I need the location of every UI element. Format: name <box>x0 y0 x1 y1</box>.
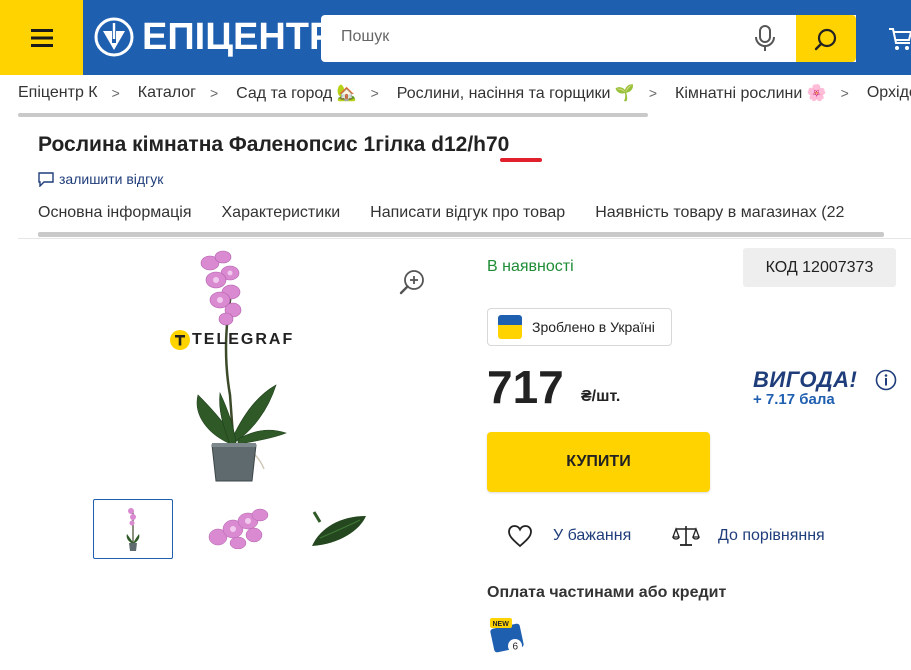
thumbnail-2[interactable] <box>200 499 278 557</box>
installment-card-icon: NEW 6 <box>490 618 524 653</box>
thumbnail-image <box>312 511 366 546</box>
menu-icon <box>30 28 53 47</box>
zoom-in-icon <box>399 270 424 295</box>
logo-icon <box>94 17 134 57</box>
product-tabs: Основна інформація Характеристики Написа… <box>38 204 874 222</box>
search-input[interactable] <box>339 27 743 47</box>
divider <box>18 238 911 239</box>
wishlist-label: У бажання <box>553 527 632 544</box>
price-value: 717 <box>487 361 564 413</box>
chevron-right-icon: > <box>648 85 658 101</box>
zoom-button[interactable] <box>398 268 426 301</box>
info-icon <box>875 369 897 391</box>
breadcrumb-item-garden[interactable]: Сад та город 🏡 <box>236 83 356 103</box>
breadcrumb-item-plants-seeds-pots[interactable]: Рослини, насіння та горщики 🌱 <box>397 83 635 103</box>
product-code: КОД 12007373 <box>743 248 896 287</box>
compare-label: До порівняння <box>718 527 825 544</box>
made-in-ukraine-label: Зроблено в Україні <box>532 319 655 335</box>
breadcrumb-item-houseplants[interactable]: Кімнатні рослини 🌸 <box>675 83 827 103</box>
price-currency: ₴/шт. <box>581 388 621 405</box>
telegraf-logo-icon <box>170 330 190 350</box>
leave-review-link[interactable]: залишити відгук <box>38 171 163 187</box>
voice-search-button[interactable] <box>752 24 778 57</box>
tab-main-info[interactable]: Основна інформація <box>38 204 192 222</box>
bonus-points: + 7.17 бала <box>753 391 835 408</box>
compare-button[interactable]: До порівняння <box>672 524 825 548</box>
credit-installments-count: 6 <box>513 642 519 653</box>
telegraf-watermark: TELEGRAF <box>170 330 294 350</box>
menu-button[interactable] <box>0 0 83 75</box>
tabs-scrollbar[interactable] <box>38 232 884 237</box>
breadcrumb-scrollbar[interactable] <box>18 113 648 117</box>
breadcrumb-item-catalog[interactable]: Каталог <box>138 84 196 102</box>
thumbnail-image <box>126 508 140 551</box>
chevron-right-icon: > <box>840 85 849 101</box>
comment-icon <box>38 171 54 187</box>
bonus-info-button[interactable] <box>875 369 897 396</box>
cart-button[interactable] <box>888 26 911 57</box>
logo-text: ЕПІЦЕНТР <box>142 16 335 58</box>
made-in-ukraine-badge: Зроблено в Україні <box>487 308 672 346</box>
cart-icon <box>889 28 911 50</box>
scales-icon <box>672 526 700 546</box>
breadcrumb: Епіцентр К > Каталог > Сад та город 🏡 > … <box>0 75 911 111</box>
credit-options-title: Оплата частинами або кредит <box>487 584 727 601</box>
breadcrumb-item-orchids[interactable]: Орхідеї <box>867 84 911 102</box>
title-highlight-underline <box>500 158 542 162</box>
thumbnail-image <box>208 508 269 549</box>
tab-write-review[interactable]: Написати відгук про товар <box>370 204 565 222</box>
installment-option[interactable]: NEW 6 <box>487 616 527 659</box>
bonus-program-badge: ВИГОДА! + 7.17 бала <box>753 367 857 408</box>
mic-icon <box>755 25 775 51</box>
availability-status: В наявності <box>487 258 574 275</box>
bonus-label: ВИГОДА! <box>753 367 858 392</box>
chevron-right-icon: > <box>209 85 219 101</box>
tab-store-availability[interactable]: Наявність товару в магазинах (22 <box>595 204 844 222</box>
leave-review-label: залишити відгук <box>59 171 164 187</box>
thumbnail-3[interactable] <box>300 499 378 557</box>
heart-icon <box>508 525 532 548</box>
chevron-right-icon: > <box>111 85 120 101</box>
telegraf-label: TELEGRAF <box>192 331 295 348</box>
product-image[interactable] <box>168 245 298 485</box>
buy-button[interactable]: КУПИТИ <box>487 432 710 492</box>
search-button[interactable] <box>796 15 856 62</box>
wishlist-button[interactable]: У бажання <box>507 524 631 548</box>
product-title: Рослина кімнатна Фаленопсис 1гілка d12/h… <box>38 133 510 156</box>
tab-characteristics[interactable]: Характеристики <box>222 204 341 222</box>
breadcrumb-item-home[interactable]: Епіцентр К <box>18 84 98 102</box>
credit-new-badge: NEW <box>493 621 510 628</box>
thumbnail-1[interactable] <box>93 499 173 559</box>
ukraine-flag-icon <box>498 315 522 339</box>
site-logo[interactable]: ЕПІЦЕНТР® <box>94 14 346 60</box>
chevron-right-icon: > <box>370 85 379 101</box>
search-icon <box>814 28 837 50</box>
